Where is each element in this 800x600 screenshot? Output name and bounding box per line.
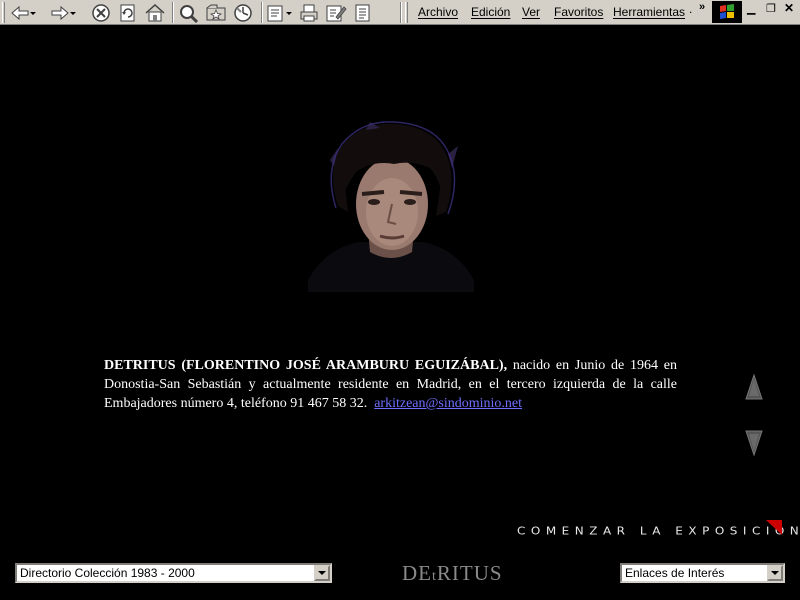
refresh-button[interactable] (118, 2, 138, 23)
directory-select[interactable]: Directorio Colección 1983 - 2000 (15, 563, 332, 583)
toolbar-separator (172, 2, 174, 23)
toolbar-separator (261, 2, 263, 23)
home-icon (145, 3, 165, 21)
start-exhibition-link[interactable]: COMENZAR LA EXPOSICIÓN (517, 525, 800, 537)
arrow-up-icon[interactable] (745, 374, 763, 400)
close-button[interactable]: ✕ (784, 1, 794, 15)
minimize-button[interactable]: ▁ (747, 2, 755, 15)
mail-icon (267, 5, 292, 21)
history-button[interactable] (232, 2, 254, 23)
edit-icon (326, 5, 347, 21)
discuss-icon (355, 4, 370, 21)
print-icon (300, 4, 318, 21)
forward-arrow-icon (51, 5, 76, 20)
directory-select-value: Directorio Colección 1983 - 2000 (20, 566, 195, 580)
stop-button[interactable] (91, 2, 111, 23)
links-select-value: Enlaces de Interés (625, 566, 725, 580)
menu-grip[interactable] (405, 2, 408, 23)
refresh-icon (120, 4, 135, 21)
bio-text: DETRITUS (FLORENTINO JOSÉ ARAMBURU EGUIZ… (104, 356, 677, 413)
chevron-down-icon (318, 571, 326, 575)
email-link[interactable]: arkitzean@sindominio.net (374, 396, 522, 411)
home-button[interactable] (144, 2, 166, 23)
menu-herramientas[interactable]: Herramientas (613, 5, 685, 19)
menu-archivo[interactable]: Archivo (418, 5, 458, 19)
edit-button[interactable] (325, 2, 347, 23)
print-button[interactable] (298, 2, 320, 23)
brand-part-1: DE (402, 561, 432, 585)
brand-part-3: RITUS (436, 561, 503, 585)
arrow-down-icon[interactable] (745, 430, 763, 456)
start-exhibition-corner-icon[interactable] (760, 520, 782, 536)
restore-button[interactable]: ❐ (766, 2, 776, 15)
menu-favoritos[interactable]: Favoritos (554, 5, 603, 19)
chevron-down-icon (771, 571, 779, 575)
history-icon (234, 3, 252, 22)
mail-button[interactable] (266, 2, 294, 23)
favorites-icon (206, 4, 226, 20)
menu-more[interactable]: . (689, 2, 692, 16)
artist-name: DETRITUS (FLORENTINO JOSÉ ARAMBURU EGUIZ… (104, 358, 508, 373)
browser-toolbar: Archivo Edición Ver Favoritos Herramient… (0, 0, 800, 25)
search-button[interactable] (178, 2, 200, 23)
menu-ver[interactable]: Ver (522, 5, 540, 19)
dropdown-button[interactable] (314, 565, 330, 581)
search-icon (180, 4, 199, 23)
back-arrow-icon (11, 5, 36, 20)
menu-edicion[interactable]: Edición (471, 5, 510, 19)
windows-logo-icon (712, 1, 742, 23)
stop-icon (92, 3, 110, 22)
discuss-button[interactable] (352, 2, 374, 23)
portrait-photo (308, 121, 474, 292)
forward-button[interactable] (50, 2, 76, 23)
toolbar-grip[interactable] (2, 2, 5, 23)
links-select[interactable]: Enlaces de Interés (620, 563, 785, 583)
menu-chevron-icon[interactable]: » (699, 1, 705, 13)
brand-logo: DEtRITUS (402, 561, 503, 586)
favorites-button[interactable] (205, 2, 227, 23)
toolbar-separator (400, 2, 402, 23)
back-button[interactable] (10, 2, 36, 23)
dropdown-button[interactable] (767, 565, 783, 581)
